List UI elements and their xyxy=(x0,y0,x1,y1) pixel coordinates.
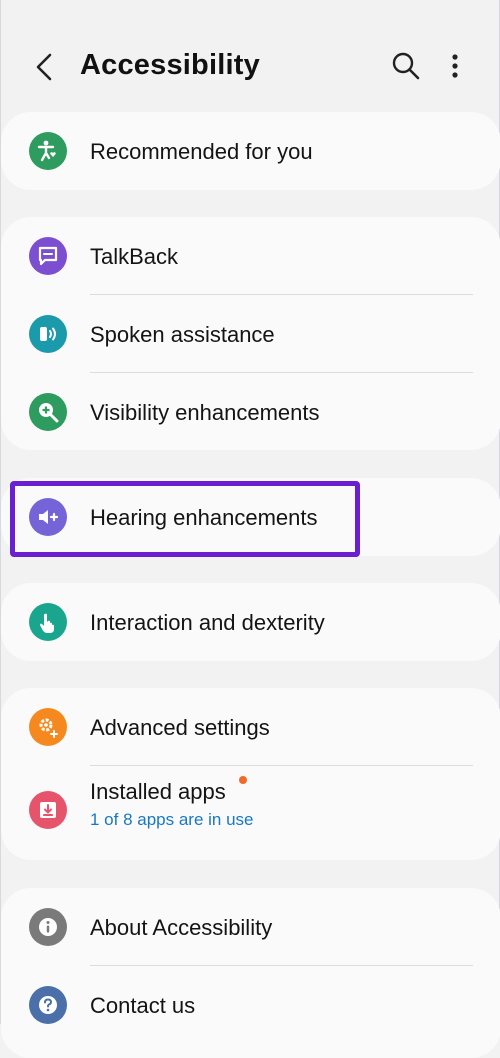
interaction-card: Interaction and dexterity xyxy=(1,583,500,661)
recommended-card: Recommended for you xyxy=(1,112,500,190)
gears-plus-icon xyxy=(29,708,67,746)
visibility-enhancements-label: Visibility enhancements xyxy=(90,400,320,425)
interaction-and-dexterity-label: Interaction and dexterity xyxy=(90,610,325,635)
chat-bubble-icon xyxy=(29,237,67,275)
contact-us-label: Contact us xyxy=(90,993,196,1018)
visibility-enhancements-item[interactable]: Visibility enhancements xyxy=(1,373,500,451)
recommended-for-you-item[interactable]: Recommended for you xyxy=(1,112,500,190)
question-icon xyxy=(29,986,67,1024)
spoken-assistance-label: Spoken assistance xyxy=(90,322,275,347)
advanced-settings-item[interactable]: Advanced settings xyxy=(1,688,500,766)
page-title: Accessibility xyxy=(80,49,260,81)
about-accessibility-label: About Accessibility xyxy=(90,915,273,940)
about-accessibility-item[interactable]: About Accessibility xyxy=(1,888,500,966)
spoken-assistance-item[interactable]: Spoken assistance xyxy=(1,295,500,373)
vision-card: TalkBack Spoken assistance Visibility en… xyxy=(1,217,500,450)
search-icon[interactable] xyxy=(391,51,421,81)
installed-apps-label: Installed apps xyxy=(90,779,226,804)
advanced-card: Advanced settings Installed apps 1 of 8 … xyxy=(1,688,500,860)
recommended-for-you-label: Recommended for you xyxy=(90,139,313,164)
accessibility-heart-icon xyxy=(29,132,67,170)
installed-apps-status: 1 of 8 apps are in use xyxy=(90,810,254,829)
contact-us-item[interactable]: Contact us xyxy=(1,966,500,1044)
notification-dot xyxy=(239,776,247,784)
about-card: About Accessibility Contact us xyxy=(1,888,500,1058)
back-arrow-icon[interactable] xyxy=(29,50,59,84)
magnifier-plus-icon xyxy=(29,393,67,431)
interaction-and-dexterity-item[interactable]: Interaction and dexterity xyxy=(1,583,500,661)
advanced-settings-label: Advanced settings xyxy=(90,715,270,740)
touch-hand-icon xyxy=(29,603,67,641)
download-tray-icon xyxy=(29,791,67,829)
sound-waves-icon xyxy=(29,315,67,353)
highlight-box xyxy=(10,481,360,557)
installed-apps-item[interactable]: Installed apps 1 of 8 apps are in use xyxy=(1,766,500,860)
talkback-item[interactable]: TalkBack xyxy=(1,217,500,295)
info-icon xyxy=(29,908,67,946)
more-options-icon[interactable] xyxy=(441,51,469,81)
talkback-label: TalkBack xyxy=(90,244,179,269)
app-header: Accessibility xyxy=(1,0,500,110)
